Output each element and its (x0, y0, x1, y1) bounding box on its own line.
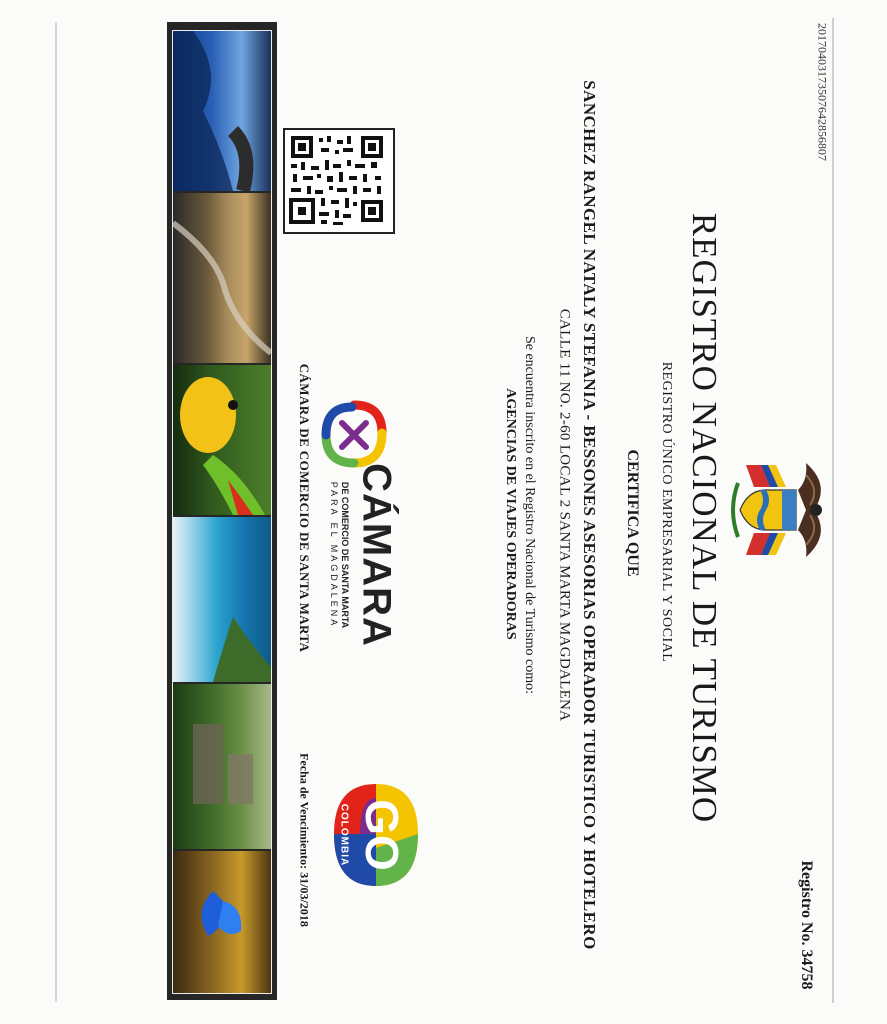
camara-name: CÁMARA DE COMERCIO DE SANTA MARTA (297, 363, 312, 653)
photo-panel-river (171, 193, 273, 363)
inscription-statement: Se encuentra inscrito en el Registro Nac… (522, 335, 537, 695)
registro-number: Registro No. 34758 (798, 860, 815, 990)
camara-logo-sub2: PARA EL MAGDALENA (329, 481, 339, 629)
page-edge-left (55, 22, 57, 1002)
coat-of-arms-icon (731, 463, 822, 557)
qr-code (283, 128, 395, 234)
photo-panel-butterfly (173, 851, 271, 993)
registered-category: AGENCIAS DE VIAJES OPERADORAS (503, 388, 518, 640)
registrant-address: CALLE 11 NO. 2-60 LOCAL 2 SANTA MARTA MA… (556, 308, 573, 722)
camara-logo-sub1: DE COMERCIO DE SANTA MARTA (340, 481, 350, 629)
photo-panel-ruins (173, 684, 271, 849)
photo-panel-beach (173, 517, 271, 682)
photo-panel-coast (173, 31, 271, 193)
registrant-name: SANCHEZ RANGEL NATALY STEFANIA - BESSONE… (580, 80, 599, 950)
document-subtitle: REGISTRO ÚNICO EMPRESARIAL Y SOCIAL (659, 361, 674, 663)
go-logo-country: COLOMBIA (338, 803, 350, 867)
go-logo-word: GO (356, 799, 408, 871)
certifica-label: CERTIFICA QUE (624, 449, 641, 577)
photo-strip-frame (171, 30, 273, 994)
photo-strip (167, 22, 277, 1000)
expiration-date: Fecha de Vencimiento: 31/03/2018 (297, 753, 312, 927)
document-title: REGISTRO NACIONAL DE TURISMO (685, 212, 724, 824)
document-id: 20170403173507642856807 (815, 23, 830, 161)
photo-panel-toucan (173, 365, 271, 515)
colombia-brand-logo: GO COLOMBIA (330, 778, 422, 892)
camara-logo-word: CÁMARA (354, 463, 399, 647)
camara-logo: CÁMARA DE COMERCIO DE SANTA MARTA PARA E… (314, 395, 399, 647)
